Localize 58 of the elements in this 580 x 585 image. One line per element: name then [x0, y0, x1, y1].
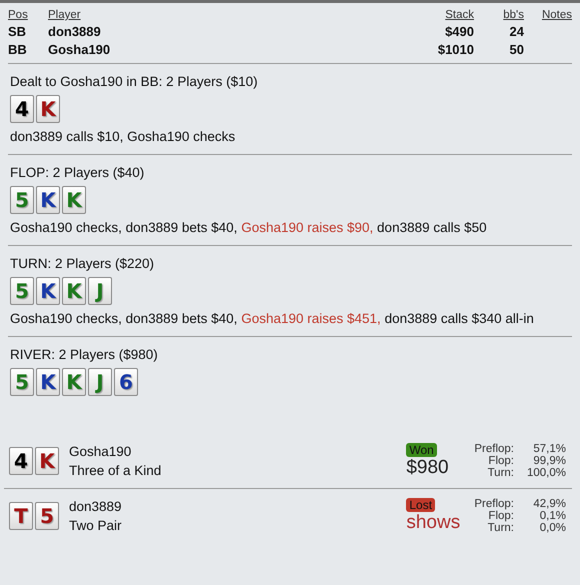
street-title: RIVER: 2 Players ($980)	[10, 347, 159, 362]
equity-value: 57,1%	[532, 443, 566, 455]
playing-card: 5	[10, 277, 34, 305]
player-name: Gosha190	[69, 444, 132, 459]
equity-label: Flop:	[487, 455, 514, 467]
playing-card: 5	[10, 368, 34, 396]
playing-card: 5	[35, 502, 59, 530]
equity-value: 0,1%	[538, 510, 566, 522]
playing-card: 5	[10, 186, 34, 214]
equity-label: Flop:	[487, 510, 514, 522]
playing-card: K	[36, 277, 60, 305]
equity-label: Turn:	[486, 522, 514, 534]
table-cell-text: BB	[8, 42, 28, 57]
table-cell-text: 24	[508, 24, 524, 39]
column-header[interactable]: Notes	[524, 9, 572, 21]
playing-card: K	[62, 368, 86, 396]
table-cell-text: $1010	[436, 42, 474, 57]
equity-label: Preflop:	[474, 498, 514, 510]
column-header[interactable]: Pos	[8, 9, 48, 21]
street-title: TURN: 2 Players ($220)	[10, 256, 156, 271]
result-badge: Won	[406, 443, 437, 457]
table-cell-text: 50	[508, 42, 524, 57]
column-header[interactable]: Player	[48, 9, 394, 21]
table-cell-text: Gosha190	[48, 42, 112, 57]
playing-card: 4	[9, 447, 33, 475]
equity-value: 0,0%	[538, 522, 566, 534]
playing-card: T	[9, 502, 33, 530]
table-cell-text: $490	[444, 24, 474, 39]
playing-card: K	[62, 277, 86, 305]
street-title: Dealt to Gosha190 in BB: 2 Players ($10)	[10, 74, 259, 89]
column-header[interactable]: bb's	[474, 9, 524, 21]
table-cell-text: don3889	[48, 24, 102, 39]
result-amount: shows	[406, 512, 460, 534]
equity-value: 42,9%	[532, 498, 566, 510]
hand-name: Two Pair	[69, 518, 123, 533]
equity-value: 99,9%	[532, 455, 566, 467]
playing-card: 6	[114, 368, 138, 396]
result-badge: Lost	[406, 498, 436, 512]
column-header[interactable]: Stack	[394, 9, 474, 21]
equity-label: Turn:	[486, 467, 514, 479]
playing-card: K	[36, 368, 60, 396]
playing-card: K	[62, 186, 86, 214]
player-name: don3889	[69, 499, 123, 514]
action-text: Gosha190 checks, don3889 bets $40, Gosha190 raises $451, don3889 calls $340 all-in	[10, 311, 535, 326]
playing-card: J	[88, 277, 112, 305]
equity-label: Preflop:	[474, 443, 514, 455]
playing-card: K	[36, 186, 60, 214]
playing-card: K	[35, 447, 59, 475]
playing-card: K	[36, 95, 60, 123]
playing-card: J	[88, 368, 112, 396]
action-text: Gosha190 checks, don3889 bets $40, Gosha190 raises $90, don3889 calls $50	[10, 220, 488, 235]
result-amount: $980	[406, 457, 449, 479]
playing-card: 4	[10, 95, 34, 123]
street-title: FLOP: 2 Players ($40)	[10, 165, 146, 180]
table-cell-text: SB	[8, 24, 28, 39]
action-text: don3889 calls $10, Gosha190 checks	[10, 129, 236, 144]
hand-name: Three of a Kind	[69, 463, 162, 478]
equity-value: 100,0%	[526, 467, 566, 479]
